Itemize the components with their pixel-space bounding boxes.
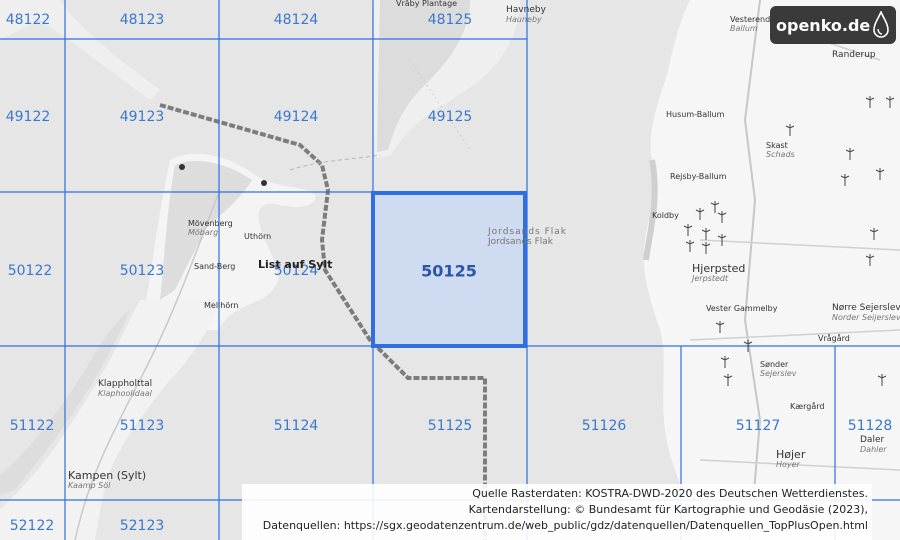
place-label: Vester Gammelby — [706, 304, 778, 313]
grid-label[interactable]: 51127 — [736, 418, 781, 434]
place-label: Mellhörn — [204, 301, 239, 310]
place-label: Mövenberg Möbarg — [188, 219, 233, 237]
place-label: Rejsby-Ballum — [670, 172, 727, 181]
place-label: Husum-Ballum — [666, 110, 725, 119]
attribution-line: Kartendarstellung: © Bundesamt für Karto… — [468, 503, 868, 516]
place-label: Randerup — [832, 50, 876, 60]
place-label: Nørre Sejerslev Norder Seijerslev — [832, 303, 900, 322]
place-label: Daler Dahler — [860, 435, 887, 454]
grid-label[interactable]: 49125 — [428, 109, 473, 125]
grid-label[interactable]: 52123 — [120, 518, 165, 534]
grid-label[interactable]: 48123 — [120, 12, 165, 28]
grid-label[interactable]: 49124 — [274, 109, 319, 125]
place-label: Skast Schads — [766, 141, 795, 159]
grid-label[interactable]: 51125 — [428, 418, 473, 434]
place-label: Havneby Hauneby — [506, 5, 546, 24]
grid-label[interactable]: 50122 — [8, 263, 53, 279]
place-label: Hjerpsted Jerpstedt — [692, 262, 746, 283]
place-label: Koldby — [652, 211, 679, 220]
place-label: Klappholttal Klaphoolidaal — [98, 379, 153, 398]
raindrop-icon — [873, 11, 889, 38]
place-label: Vråby Plantage — [396, 0, 458, 8]
grid-label[interactable]: 51126 — [582, 418, 627, 434]
place-label: Sand-Berg — [194, 262, 236, 271]
place-label: Højer Hoyer — [776, 448, 806, 469]
grid-label[interactable]: 49123 — [120, 109, 165, 125]
place-label: Vrågård — [818, 334, 850, 343]
water-label: Jordsands Flak Jordsands Flak — [488, 227, 567, 247]
place-label: Kærgård — [790, 402, 825, 411]
attribution-box: Quelle Rasterdaten: KOSTRA-DWD-2020 des … — [242, 484, 872, 540]
place-label: Kampen (Sylt) Kaamp Söl — [68, 469, 147, 490]
grid-label[interactable]: 51122 — [10, 418, 55, 434]
grid-label[interactable]: 48125 — [428, 12, 473, 28]
grid-label[interactable]: 48122 — [6, 12, 51, 28]
grid-label[interactable]: 50123 — [120, 263, 165, 279]
place-label: List auf Sylt — [258, 258, 333, 271]
openko-logo[interactable]: openko.de — [770, 6, 896, 44]
attribution-link[interactable]: Datenquellen: https://sgx.geodatenzentru… — [246, 518, 868, 534]
grid-label[interactable]: 52122 — [10, 518, 55, 534]
grid-label[interactable]: 49122 — [6, 109, 51, 125]
map-view[interactable]: 48122 48123 48124 48125 49122 49123 4912… — [0, 0, 900, 540]
place-label: Uthörn — [244, 232, 272, 241]
grid-label[interactable]: 51128 — [848, 418, 893, 434]
grid-label[interactable]: 51123 — [120, 418, 165, 434]
attribution-line: Quelle Rasterdaten: KOSTRA-DWD-2020 des … — [472, 487, 868, 500]
selected-grid-label[interactable]: 50125 — [421, 262, 477, 281]
place-label: Vesterende Ballum — [730, 15, 776, 33]
logo-text: openko.de — [776, 15, 871, 35]
grid-label[interactable]: 51124 — [274, 418, 319, 434]
place-label: Sønder Sejerslev — [760, 360, 797, 378]
grid-label[interactable]: 48124 — [274, 12, 319, 28]
